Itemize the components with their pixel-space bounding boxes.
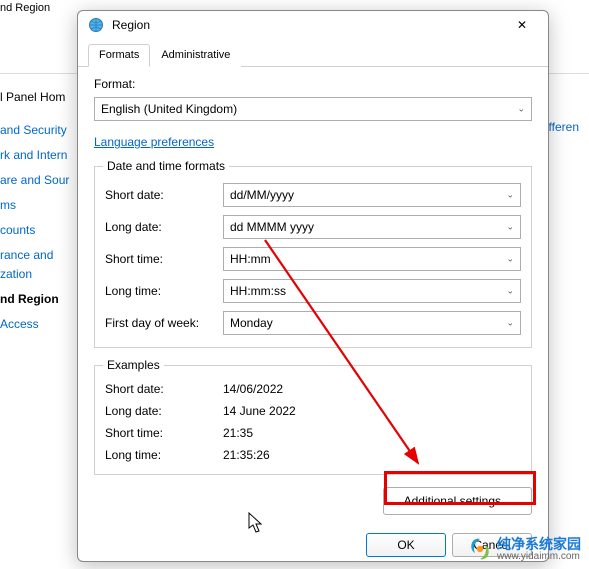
first-day-value: Monday — [230, 316, 273, 330]
ex-long-time-value: 21:35:26 — [223, 448, 521, 462]
dialog-title: Region — [112, 18, 150, 32]
tab-bar: Formats Administrative — [78, 39, 548, 67]
ex-long-date-value: 14 June 2022 — [223, 404, 521, 418]
format-value: English (United Kingdom) — [101, 102, 237, 116]
tab-formats[interactable]: Formats — [88, 44, 150, 67]
close-icon: ✕ — [517, 18, 527, 32]
long-time-label: Long time: — [105, 284, 223, 298]
ex-long-date-label: Long date: — [105, 404, 223, 418]
first-day-label: First day of week: — [105, 316, 223, 330]
close-button[interactable]: ✕ — [502, 11, 542, 39]
chevron-down-icon: ⌄ — [506, 222, 514, 233]
long-date-label: Long date: — [105, 220, 223, 234]
ex-long-time-label: Long time: — [105, 448, 223, 462]
ex-short-date-value: 14/06/2022 — [223, 382, 521, 396]
examples-group: Examples Short date: 14/06/2022 Long dat… — [94, 358, 532, 475]
short-time-label: Short time: — [105, 252, 223, 266]
short-time-select[interactable]: HH:mm ⌄ — [223, 247, 521, 271]
format-label: Format: — [94, 77, 532, 91]
titlebar: Region ✕ — [78, 11, 548, 39]
watermark-url: www.yidaimm.com — [497, 552, 581, 563]
short-time-value: HH:mm — [230, 252, 271, 266]
globe-icon — [88, 17, 104, 33]
short-date-select[interactable]: dd/MM/yyyy ⌄ — [223, 183, 521, 207]
ex-short-time-label: Short time: — [105, 426, 223, 440]
long-date-value: dd MMMM yyyy — [230, 220, 314, 234]
first-day-select[interactable]: Monday ⌄ — [223, 311, 521, 335]
chevron-down-icon: ⌄ — [506, 190, 514, 201]
date-time-formats-legend: Date and time formats — [103, 159, 229, 173]
long-date-select[interactable]: dd MMMM yyyy ⌄ — [223, 215, 521, 239]
ex-short-time-value: 21:35 — [223, 426, 521, 440]
examples-legend: Examples — [103, 358, 164, 372]
watermark: 纯净系统家园 www.yidaimm.com — [469, 537, 581, 562]
watermark-logo-icon — [469, 538, 491, 560]
format-select[interactable]: English (United Kingdom) ⌄ — [94, 97, 532, 121]
chevron-down-icon: ⌄ — [517, 104, 525, 115]
additional-settings-button[interactable]: Additional settings... — [383, 487, 532, 515]
region-dialog: Region ✕ Formats Administrative Format: … — [77, 10, 549, 562]
date-time-formats-group: Date and time formats Short date: dd/MM/… — [94, 159, 532, 348]
watermark-text-zh: 纯净系统家园 — [497, 537, 581, 552]
chevron-down-icon: ⌄ — [506, 286, 514, 297]
ok-button[interactable]: OK — [366, 533, 446, 557]
long-time-select[interactable]: HH:mm:ss ⌄ — [223, 279, 521, 303]
language-preferences-link[interactable]: Language preferences — [94, 135, 214, 149]
chevron-down-icon: ⌄ — [506, 318, 514, 329]
short-date-value: dd/MM/yyyy — [230, 188, 294, 202]
ex-short-date-label: Short date: — [105, 382, 223, 396]
short-date-label: Short date: — [105, 188, 223, 202]
background-window-title: nd Region — [0, 0, 50, 20]
long-time-value: HH:mm:ss — [230, 284, 286, 298]
tab-administrative[interactable]: Administrative — [150, 44, 241, 67]
chevron-down-icon: ⌄ — [506, 254, 514, 265]
